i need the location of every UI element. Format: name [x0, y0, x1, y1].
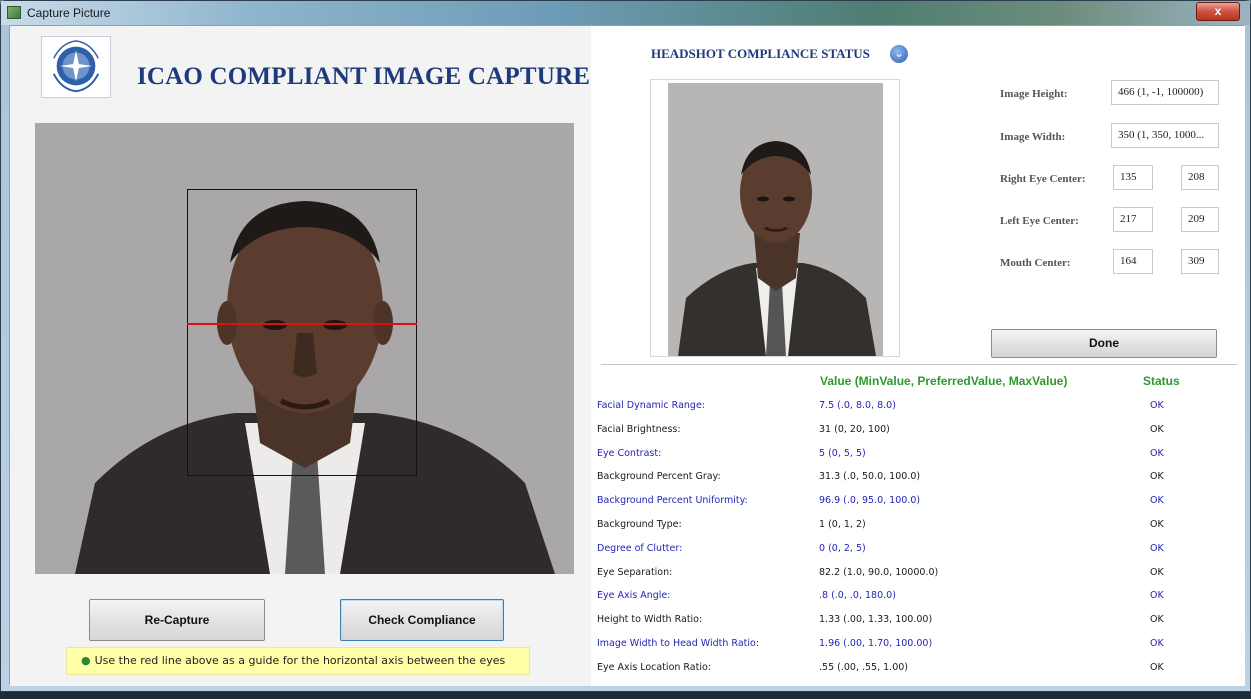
metric-status: OK	[1150, 471, 1164, 483]
chevron-down-icon[interactable]: ⌄	[890, 45, 908, 63]
table-row: Facial Brightness: 31 (0, 20, 100) OK	[591, 420, 1245, 443]
table-row: Facial Dynamic Range: 7.5 (.0, 8.0, 8.0) O…	[591, 396, 1245, 419]
headshot-photo	[668, 83, 883, 356]
metric-status: OK	[1150, 661, 1164, 673]
right-eye-y-field[interactable]: 208	[1181, 165, 1219, 190]
table-row: Eye Contrast: 5 (0, 5, 5) OK	[591, 444, 1245, 467]
window-title: Capture Picture	[27, 6, 111, 20]
left-eye-y-field[interactable]: 209	[1181, 207, 1219, 232]
metric-status: OK	[1150, 495, 1164, 507]
divider	[601, 364, 1237, 365]
image-height-field[interactable]: 466 (1, -1, 100000)	[1111, 80, 1219, 105]
eye-guide-line	[187, 323, 417, 325]
metric-status: OK	[1150, 614, 1164, 626]
title-bar[interactable]: Capture Picture x	[1, 1, 1250, 25]
metric-name: Eye Contrast:	[597, 447, 662, 459]
metric-name: Eye Separation:	[597, 566, 673, 578]
metric-status: OK	[1150, 519, 1164, 530]
close-button[interactable]: x	[1196, 2, 1240, 21]
app-icon	[7, 6, 21, 19]
metric-name: Facial Dynamic Range:	[597, 400, 705, 411]
metric-status: OK	[1150, 542, 1164, 554]
metric-value: 96.9 (.0, 95.0, 100.0)	[819, 495, 921, 507]
taskbar	[0, 692, 1251, 699]
metric-name: Background Percent Uniformity:	[597, 495, 748, 507]
face-guide-box	[187, 189, 417, 476]
metric-status: OK	[1150, 447, 1164, 459]
metric-status: OK	[1150, 423, 1164, 435]
hint-banner: ● Use the red line above as a guide for t…	[66, 647, 530, 675]
check-compliance-button[interactable]: Check Compliance	[340, 599, 504, 641]
metric-value: 1 (0, 1, 2)	[819, 519, 866, 530]
mouth-x-field[interactable]: 164	[1113, 249, 1153, 274]
metric-value: .8 (.0, .0, 180.0)	[819, 590, 896, 602]
metric-status: OK	[1150, 400, 1164, 411]
left-eye-x-field[interactable]: 217	[1113, 207, 1153, 232]
metric-name: Facial Brightness:	[597, 423, 681, 435]
capture-picture-window: Capture Picture x ICAO COMPLIANT IMAGE C…	[0, 0, 1251, 692]
image-width-field[interactable]: 350 (1, 350, 1000...	[1111, 123, 1219, 148]
metric-status: OK	[1150, 638, 1164, 649]
capture-panel: ICAO COMPLIANT IMAGE CAPTURE Re-Capture …	[10, 26, 591, 686]
done-button[interactable]: Done	[991, 329, 1217, 358]
mouth-y-field[interactable]: 309	[1181, 249, 1219, 274]
table-row: Image Width to Head Width Ratio: 1.96 (.0…	[591, 634, 1245, 657]
metric-name: Height to Width Ratio:	[597, 614, 703, 626]
metric-value: 0 (0, 2, 5)	[819, 542, 866, 554]
metric-value: 5 (0, 5, 5)	[819, 447, 866, 459]
metric-name: Background Percent Gray:	[597, 471, 721, 483]
image-width-label: Image Width:	[1000, 131, 1066, 143]
image-height-label: Image Height:	[1000, 88, 1068, 100]
metric-value: 1.96 (.00, 1.70, 100.00)	[819, 638, 933, 649]
headshot-preview-frame	[650, 79, 900, 357]
left-eye-label: Left Eye Center:	[1000, 215, 1079, 227]
icao-logo	[41, 36, 111, 98]
compliance-status-title: HEADSHOT COMPLIANCE STATUS	[651, 46, 870, 61]
hint-text: Use the red line above as a guide for th…	[94, 654, 506, 667]
status-column-header: Status	[1143, 374, 1180, 388]
mouth-center-label: Mouth Center:	[1000, 257, 1071, 269]
metric-value: .55 (.00, .55, 1.00)	[819, 661, 908, 673]
metric-value: 82.2 (1.0, 90.0, 10000.0)	[819, 566, 939, 578]
app-title: ICAO COMPLIANT IMAGE CAPTURE	[137, 63, 591, 90]
table-row: Background Percent Uniformity: 96.9 (.0, …	[591, 491, 1245, 514]
table-row: Eye Axis Angle: .8 (.0, .0, 180.0) OK	[591, 586, 1245, 609]
metric-name: Eye Axis Location Ratio:	[597, 661, 712, 673]
metric-value: 7.5 (.0, 8.0, 8.0)	[819, 400, 896, 411]
metric-value: 31.3 (.0, 50.0, 100.0)	[819, 471, 921, 483]
metric-status: OK	[1150, 566, 1164, 578]
client-area: ICAO COMPLIANT IMAGE CAPTURE Re-Capture …	[9, 25, 1245, 686]
table-row: Eye Axis Location Ratio: .55 (.00, .55, 1…	[591, 658, 1245, 681]
table-row: Degree of Clutter: 0 (0, 2, 5) OK	[591, 539, 1245, 562]
metric-status: OK	[1150, 590, 1164, 602]
compliance-panel: HEADSHOT COMPLIANCE STATUS ⌄ Image Heigh…	[591, 26, 1245, 686]
table-row: Eye Separation: 82.2 (1.0, 90.0, 10000.0)…	[591, 563, 1245, 586]
metric-value: 1.33 (.00, 1.33, 100.00)	[819, 614, 933, 626]
metric-name: Degree of Clutter:	[597, 542, 683, 554]
right-eye-label: Right Eye Center:	[1000, 173, 1086, 185]
metric-value: 31 (0, 20, 100)	[819, 423, 890, 435]
table-row: Background Type: 1 (0, 1, 2) OK	[591, 515, 1245, 538]
right-eye-x-field[interactable]: 135	[1113, 165, 1153, 190]
recapture-button[interactable]: Re-Capture	[89, 599, 265, 641]
bullet-icon: ●	[81, 654, 91, 667]
table-row: Background Percent Gray: 31.3 (.0, 50.0, …	[591, 467, 1245, 490]
metric-name: Background Type:	[597, 519, 682, 530]
table-row: Height to Width Ratio: 1.33 (.00, 1.33, 1…	[591, 610, 1245, 633]
value-column-header: Value (MinValue, PreferredValue, MaxValu…	[820, 374, 1068, 388]
metric-name: Eye Axis Angle:	[597, 590, 671, 602]
camera-preview	[35, 123, 574, 574]
metric-name: Image Width to Head Width Ratio:	[597, 638, 760, 649]
